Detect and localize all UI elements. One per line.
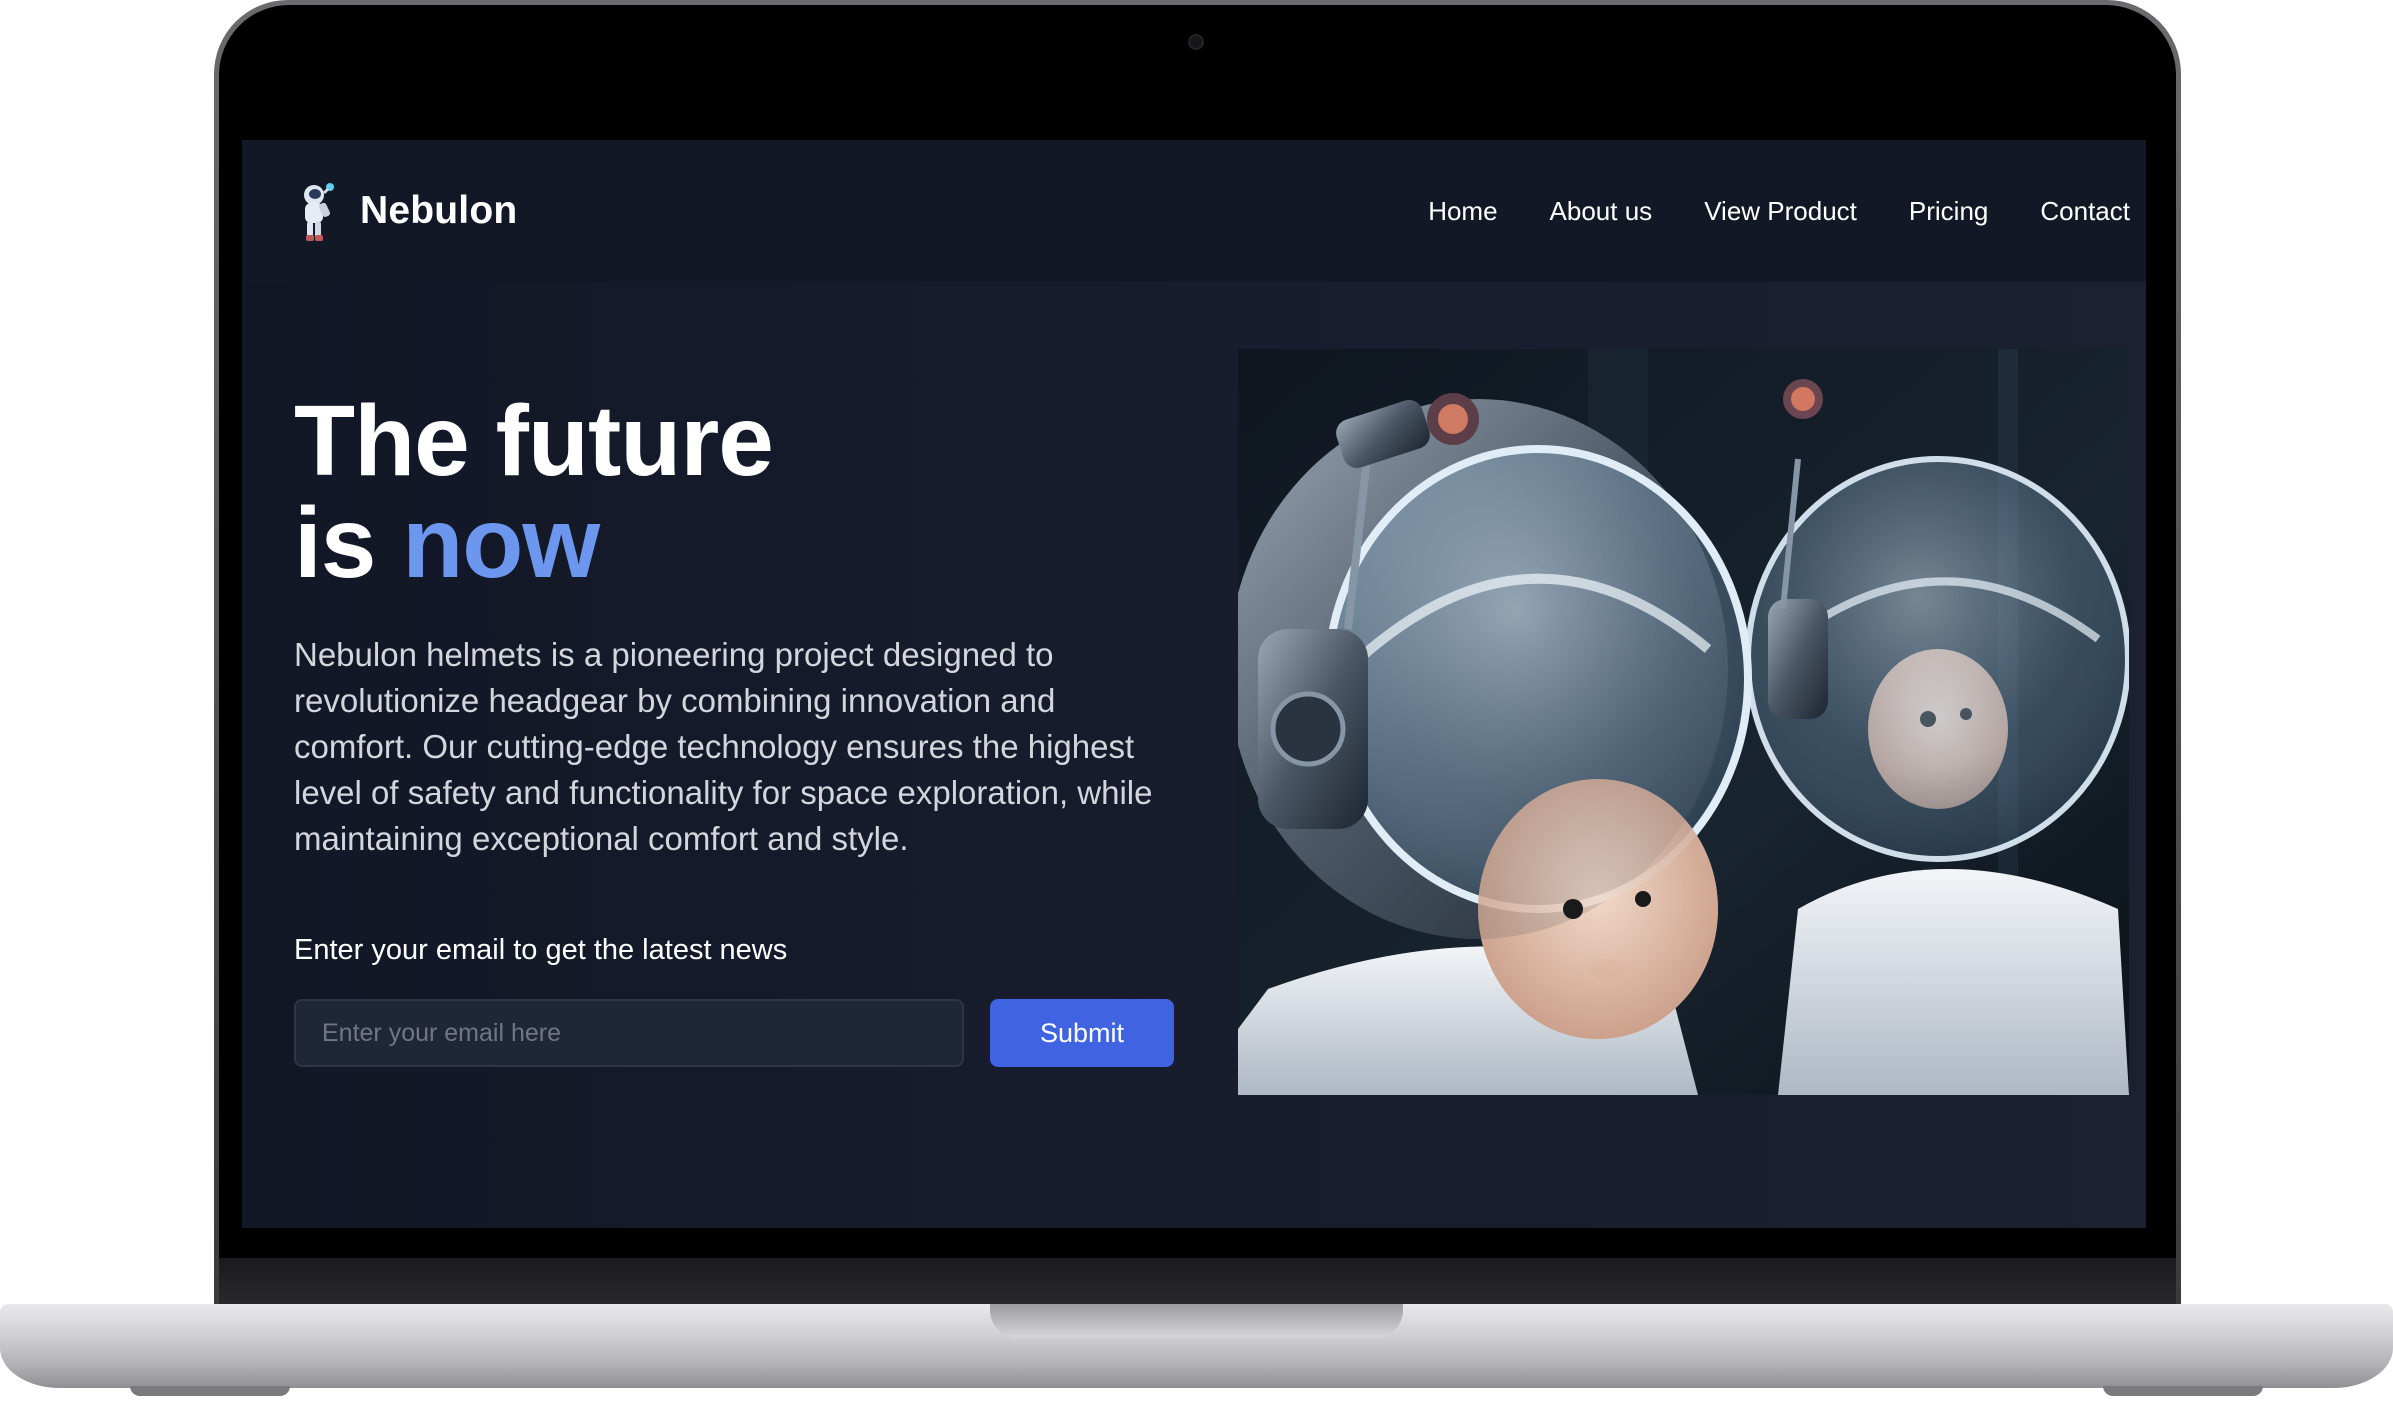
brand[interactable]: Nebulon (294, 179, 517, 243)
headline-line-2-prefix: is (294, 487, 403, 599)
astronaut-babies-image (1238, 349, 2129, 1095)
laptop-foot-left (130, 1386, 290, 1396)
nav-menu: Home About us View Product Pricing Conta… (1428, 196, 2130, 227)
hero-content: The future is now Nebulon helmets is a p… (294, 390, 1174, 1067)
nav-pricing-link[interactable]: Pricing (1909, 196, 1988, 227)
laptop-chin (219, 1258, 2176, 1310)
nav-about-link[interactable]: About us (1550, 196, 1653, 227)
newsletter-label: Enter your email to get the latest news (294, 934, 788, 966)
hero-headline: The future is now (294, 390, 1174, 594)
hero-section: The future is now Nebulon helmets is a p… (242, 282, 2146, 1228)
website-screen: Nebulon Home About us View Product Prici… (242, 140, 2146, 1228)
nav-home-link[interactable]: Home (1428, 196, 1497, 227)
headline-line-1: The future (294, 385, 774, 497)
hero-description: Nebulon helmets is a pioneering project … (294, 636, 1153, 857)
navbar: Nebulon Home About us View Product Prici… (242, 140, 2146, 282)
nav-view-product-link[interactable]: View Product (1704, 196, 1857, 227)
laptop-notch (990, 1304, 1403, 1338)
nav-contact-link[interactable]: Contact (2040, 196, 2130, 227)
email-input[interactable] (294, 999, 964, 1067)
brand-name: Nebulon (360, 189, 518, 232)
camera-icon (1188, 34, 1204, 50)
laptop-foot-right (2103, 1386, 2263, 1396)
laptop-mockup: Nebulon Home About us View Product Prici… (0, 0, 2393, 1402)
headline-accent-word: now (402, 487, 600, 599)
astronaut-icon (294, 179, 338, 243)
newsletter-form: Submit (294, 999, 1174, 1067)
submit-button[interactable]: Submit (990, 999, 1174, 1067)
